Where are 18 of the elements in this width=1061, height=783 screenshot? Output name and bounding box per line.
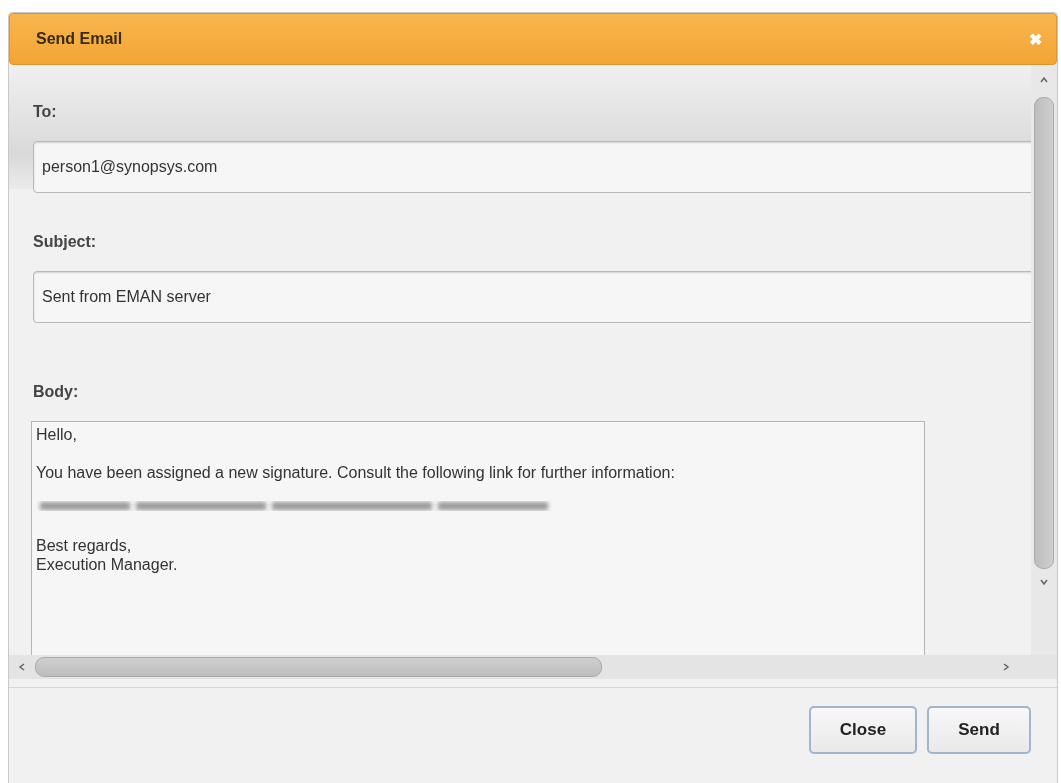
- horizontal-scrollbar[interactable]: [9, 655, 1057, 679]
- close-button[interactable]: Close: [809, 706, 917, 754]
- scroll-left-icon[interactable]: [17, 662, 27, 672]
- input-field[interactable]: Sent from EMAN server: [33, 271, 1031, 323]
- dialog-title: Send Email: [36, 30, 123, 48]
- body-text: Best regards, Execution Manager.: [36, 536, 179, 574]
- input-field[interactable]: person1@synopsys.com: [33, 141, 1031, 193]
- scroll-right-icon[interactable]: [1001, 662, 1011, 672]
- body-field[interactable]: Hello, You have been assigned a new signature. Consult the following link for further information: Best regards, Execution Manager.: [31, 421, 925, 655]
- field-label: Body:: [33, 383, 80, 401]
- scroll-down-icon[interactable]: [1039, 577, 1049, 587]
- vertical-scrollbar[interactable]: [1031, 65, 1057, 655]
- scroll-up-icon[interactable]: [1039, 75, 1049, 85]
- field-label: Subject:: [33, 233, 98, 251]
- body-text: Hello,: [36, 425, 78, 444]
- field-label: To:: [33, 103, 58, 121]
- body-text: You have been assigned a new signature. Consult the following link for further information:: [36, 463, 676, 482]
- send-button[interactable]: Send: [927, 706, 1031, 754]
